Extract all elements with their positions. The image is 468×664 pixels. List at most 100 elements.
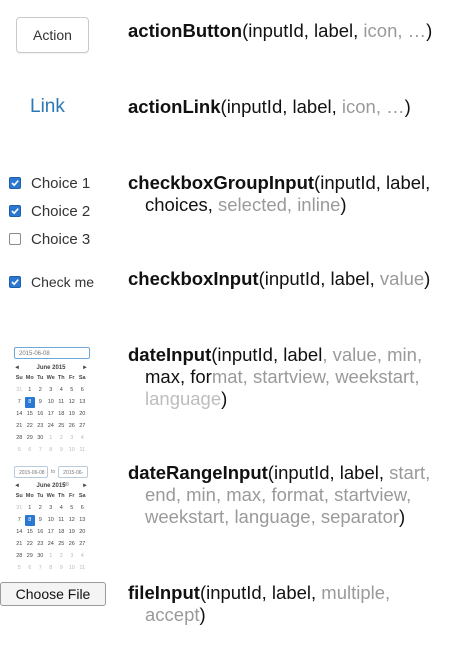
calendar-day[interactable]: 10 bbox=[46, 397, 57, 408]
calendar-day[interactable]: 2 bbox=[56, 551, 67, 562]
calendar-day[interactable]: 25 bbox=[56, 539, 67, 550]
calendar-day[interactable]: 11 bbox=[56, 515, 67, 526]
calendar-day[interactable]: 3 bbox=[67, 433, 78, 444]
calendar-day[interactable]: 22 bbox=[25, 421, 36, 432]
calendar-day[interactable]: 8 bbox=[46, 563, 57, 574]
calendar-day[interactable]: 18 bbox=[56, 527, 67, 538]
calendar-day[interactable]: 13 bbox=[77, 397, 88, 408]
checkbox-option[interactable]: Choice 3 bbox=[9, 225, 90, 253]
calendar-day[interactable]: 29 bbox=[25, 433, 36, 444]
calendar-day[interactable]: 17 bbox=[46, 527, 57, 538]
calendar-day[interactable]: 21 bbox=[14, 539, 25, 550]
choose-file-button[interactable]: Choose File bbox=[0, 582, 106, 606]
calendar-day[interactable]: 6 bbox=[25, 563, 36, 574]
calendar-day[interactable]: 8 bbox=[46, 445, 57, 456]
date-range-start-field[interactable]: 2015-06-08 bbox=[14, 466, 48, 478]
calendar-day[interactable]: 31 bbox=[14, 385, 25, 396]
action-link[interactable]: Link bbox=[30, 96, 65, 118]
calendar-day[interactable]: 6 bbox=[77, 503, 88, 514]
checkbox-checked-icon[interactable] bbox=[9, 276, 21, 288]
calendar-day[interactable]: 29 bbox=[25, 551, 36, 562]
calendar-day[interactable]: 30 bbox=[35, 551, 46, 562]
date-range-end-field[interactable]: 2015-06-08 bbox=[58, 466, 89, 488]
calendar-day[interactable]: 18 bbox=[56, 409, 67, 420]
calendar-day[interactable]: 23 bbox=[35, 421, 46, 432]
calendar-day[interactable]: 11 bbox=[77, 563, 88, 574]
prev-month-icon[interactable]: ◄ bbox=[14, 365, 20, 371]
checkbox-checked-icon[interactable] bbox=[9, 177, 21, 189]
calendar-day[interactable]: 26 bbox=[67, 421, 78, 432]
calendar-day[interactable]: 19 bbox=[67, 527, 78, 538]
calendar-day[interactable]: 20 bbox=[77, 409, 88, 420]
calendar-day[interactable]: 2 bbox=[56, 433, 67, 444]
calendar-day[interactable]: 15 bbox=[25, 527, 36, 538]
calendar-day[interactable]: 4 bbox=[56, 503, 67, 514]
calendar-day[interactable]: 30 bbox=[35, 433, 46, 444]
checkbox-option[interactable]: Choice 2 bbox=[9, 197, 90, 225]
calendar-day[interactable]: 8 bbox=[24, 397, 35, 408]
calendar-day[interactable]: 28 bbox=[14, 551, 25, 562]
calendar-day[interactable]: 7 bbox=[35, 563, 46, 574]
calendar-day[interactable]: 27 bbox=[77, 539, 88, 550]
calendar-day[interactable]: 12 bbox=[67, 397, 78, 408]
calendar-day[interactable]: 10 bbox=[67, 445, 78, 456]
calendar-day[interactable]: 11 bbox=[77, 445, 88, 456]
calendar-day[interactable]: 31 bbox=[14, 503, 25, 514]
calendar-day[interactable]: 14 bbox=[14, 527, 25, 538]
calendar-day[interactable]: 9 bbox=[56, 563, 67, 574]
calendar-day[interactable]: 4 bbox=[56, 385, 67, 396]
calendar-day[interactable]: 1 bbox=[46, 551, 57, 562]
calendar-day[interactable]: 22 bbox=[25, 539, 36, 550]
calendar-day[interactable]: 9 bbox=[56, 445, 67, 456]
checkbox-option[interactable]: Choice 1 bbox=[9, 169, 90, 197]
calendar-day[interactable]: 10 bbox=[67, 563, 78, 574]
calendar-day[interactable]: 17 bbox=[46, 409, 57, 420]
next-month-icon[interactable]: ► bbox=[82, 483, 88, 489]
calendar-day[interactable]: 24 bbox=[46, 421, 57, 432]
calendar-day[interactable]: 8 bbox=[24, 515, 35, 526]
calendar-day[interactable]: 4 bbox=[77, 433, 88, 444]
calendar-day[interactable]: 1 bbox=[46, 433, 57, 444]
calendar-day[interactable]: 21 bbox=[14, 421, 25, 432]
calendar-day[interactable]: 20 bbox=[77, 527, 88, 538]
calendar-day[interactable]: 3 bbox=[67, 551, 78, 562]
checkbox-single[interactable]: Check me bbox=[9, 268, 94, 296]
calendar-day[interactable]: 15 bbox=[25, 409, 36, 420]
calendar-day[interactable]: 5 bbox=[67, 503, 78, 514]
calendar-month[interactable]: June 2015 bbox=[36, 365, 65, 371]
calendar-day[interactable]: 5 bbox=[67, 385, 78, 396]
calendar-day[interactable]: 16 bbox=[35, 409, 46, 420]
calendar-day[interactable]: 3 bbox=[46, 503, 57, 514]
calendar-day[interactable]: 27 bbox=[77, 421, 88, 432]
calendar-day[interactable]: 25 bbox=[56, 421, 67, 432]
calendar-day[interactable]: 4 bbox=[77, 551, 88, 562]
calendar-day[interactable]: 5 bbox=[14, 563, 25, 574]
action-button[interactable]: Action bbox=[16, 17, 89, 53]
date-input-field[interactable]: 2015-06-08 bbox=[14, 347, 90, 359]
calendar-day[interactable]: 1 bbox=[25, 385, 36, 396]
calendar-day[interactable]: 2 bbox=[35, 503, 46, 514]
calendar-day[interactable]: 10 bbox=[46, 515, 57, 526]
prev-month-icon[interactable]: ◄ bbox=[14, 483, 20, 489]
calendar-day[interactable]: 12 bbox=[67, 515, 78, 526]
calendar-day[interactable]: 26 bbox=[67, 539, 78, 550]
calendar-day[interactable]: 14 bbox=[14, 409, 25, 420]
calendar-day[interactable]: 16 bbox=[35, 527, 46, 538]
calendar-day[interactable]: 6 bbox=[77, 385, 88, 396]
calendar-day[interactable]: 19 bbox=[67, 409, 78, 420]
calendar-day[interactable]: 2 bbox=[35, 385, 46, 396]
calendar-month[interactable]: June 2015 bbox=[36, 483, 65, 489]
calendar-day[interactable]: 1 bbox=[25, 503, 36, 514]
calendar-day[interactable]: 7 bbox=[14, 515, 25, 526]
calendar-day[interactable]: 24 bbox=[46, 539, 57, 550]
calendar-day[interactable]: 13 bbox=[77, 515, 88, 526]
calendar-day[interactable]: 9 bbox=[35, 515, 46, 526]
calendar-day[interactable]: 5 bbox=[14, 445, 25, 456]
calendar-day[interactable]: 23 bbox=[35, 539, 46, 550]
calendar-day[interactable]: 7 bbox=[35, 445, 46, 456]
next-month-icon[interactable]: ► bbox=[82, 365, 88, 371]
calendar-day[interactable]: 28 bbox=[14, 433, 25, 444]
checkbox-unchecked-icon[interactable] bbox=[9, 233, 21, 245]
calendar-day[interactable]: 3 bbox=[46, 385, 57, 396]
calendar-day[interactable]: 6 bbox=[25, 445, 36, 456]
